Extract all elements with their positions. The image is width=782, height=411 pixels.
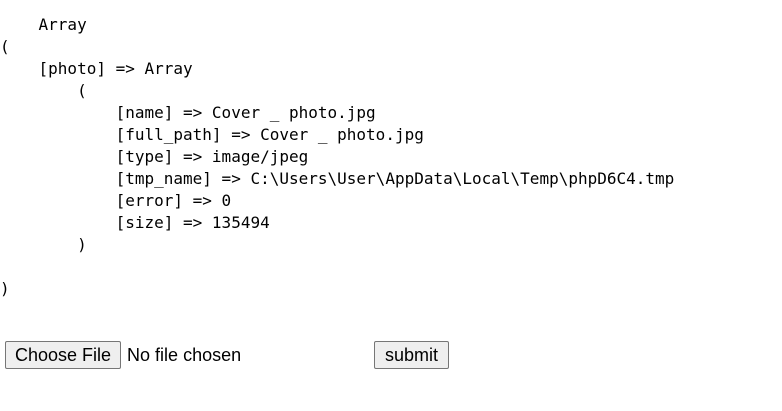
file-status-text: No file chosen	[127, 344, 242, 365]
submit-button[interactable]: submit	[374, 341, 449, 369]
choose-file-button[interactable]: Choose File	[5, 341, 122, 369]
upload-form: Choose File No file chosen submit	[0, 0, 782, 411]
file-input[interactable]: Choose File No file chosen	[5, 341, 241, 369]
